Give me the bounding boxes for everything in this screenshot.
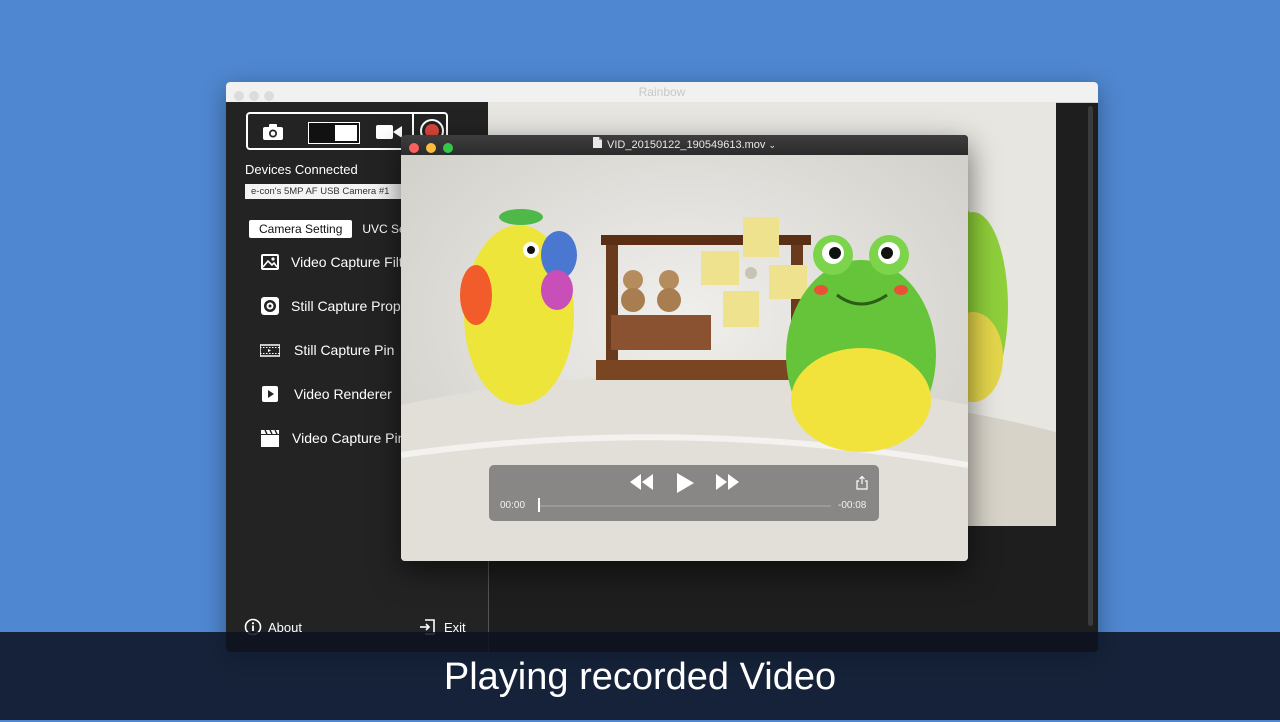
video-camera-icon[interactable] bbox=[376, 125, 402, 144]
player-titlebar[interactable]: VID_20150122_190549613.mov ⌄ bbox=[401, 135, 968, 155]
file-icon bbox=[593, 135, 603, 155]
menu-label: Still Capture Properties bbox=[291, 298, 406, 314]
menu-item-video-capture-filter[interactable]: Video Capture Filter bbox=[226, 242, 406, 286]
app-titlebar[interactable]: Rainbow bbox=[226, 82, 1098, 103]
player-title: VID_20150122_190549613.mov bbox=[607, 139, 766, 151]
video-player-window: VID_20150122_190549613.mov ⌄ 00:00 -00:0… bbox=[401, 135, 968, 561]
app-scrollbar[interactable] bbox=[1088, 106, 1093, 626]
play-icon bbox=[260, 384, 280, 404]
zoom-button[interactable] bbox=[443, 143, 453, 153]
image-icon bbox=[260, 252, 280, 272]
video-frame[interactable]: 00:00 -00:08 bbox=[401, 155, 968, 561]
film-strip-icon bbox=[259, 340, 281, 360]
menu-item-video-capture-pin[interactable]: Video Capture Pin bbox=[226, 418, 406, 462]
share-icon[interactable] bbox=[856, 475, 868, 495]
menu-item-still-capture-properties[interactable]: Still Capture Properties bbox=[226, 286, 406, 330]
caption-banner: Playing recorded Video bbox=[0, 632, 1280, 720]
time-remaining: -00:08 bbox=[838, 500, 867, 511]
play-button[interactable] bbox=[675, 472, 695, 499]
fast-forward-icon[interactable] bbox=[714, 474, 740, 495]
menu-item-still-capture-pin[interactable]: Still Capture Pin bbox=[226, 330, 406, 374]
playback-controls: 00:00 -00:08 bbox=[489, 465, 879, 521]
camera-icon[interactable] bbox=[262, 123, 284, 146]
menu-label: Still Capture Pin bbox=[294, 342, 395, 358]
aperture-icon bbox=[260, 296, 280, 316]
tab-camera-setting[interactable]: Camera Setting bbox=[249, 220, 353, 238]
time-elapsed: 00:00 bbox=[500, 500, 526, 511]
menu-label: Video Capture Pin bbox=[292, 430, 406, 446]
menu-label: Video Capture Filter bbox=[291, 254, 406, 270]
toggle-knob bbox=[335, 125, 357, 141]
devices-connected-label: Devices Connected bbox=[245, 162, 358, 177]
scrubber-playhead[interactable] bbox=[538, 498, 540, 512]
chevron-down-icon[interactable]: ⌄ bbox=[768, 140, 776, 150]
scrubber-track[interactable] bbox=[538, 505, 831, 507]
caption-text: Playing recorded Video bbox=[443, 656, 837, 698]
close-button[interactable] bbox=[409, 143, 419, 153]
photo-video-toggle[interactable] bbox=[308, 122, 360, 144]
menu-item-video-renderer[interactable]: Video Renderer bbox=[226, 374, 406, 418]
minimize-button[interactable] bbox=[426, 143, 436, 153]
clapperboard-icon bbox=[260, 428, 280, 448]
menu-label: Video Renderer bbox=[294, 386, 392, 402]
rewind-icon[interactable] bbox=[629, 474, 655, 495]
app-title: Rainbow bbox=[638, 85, 686, 99]
